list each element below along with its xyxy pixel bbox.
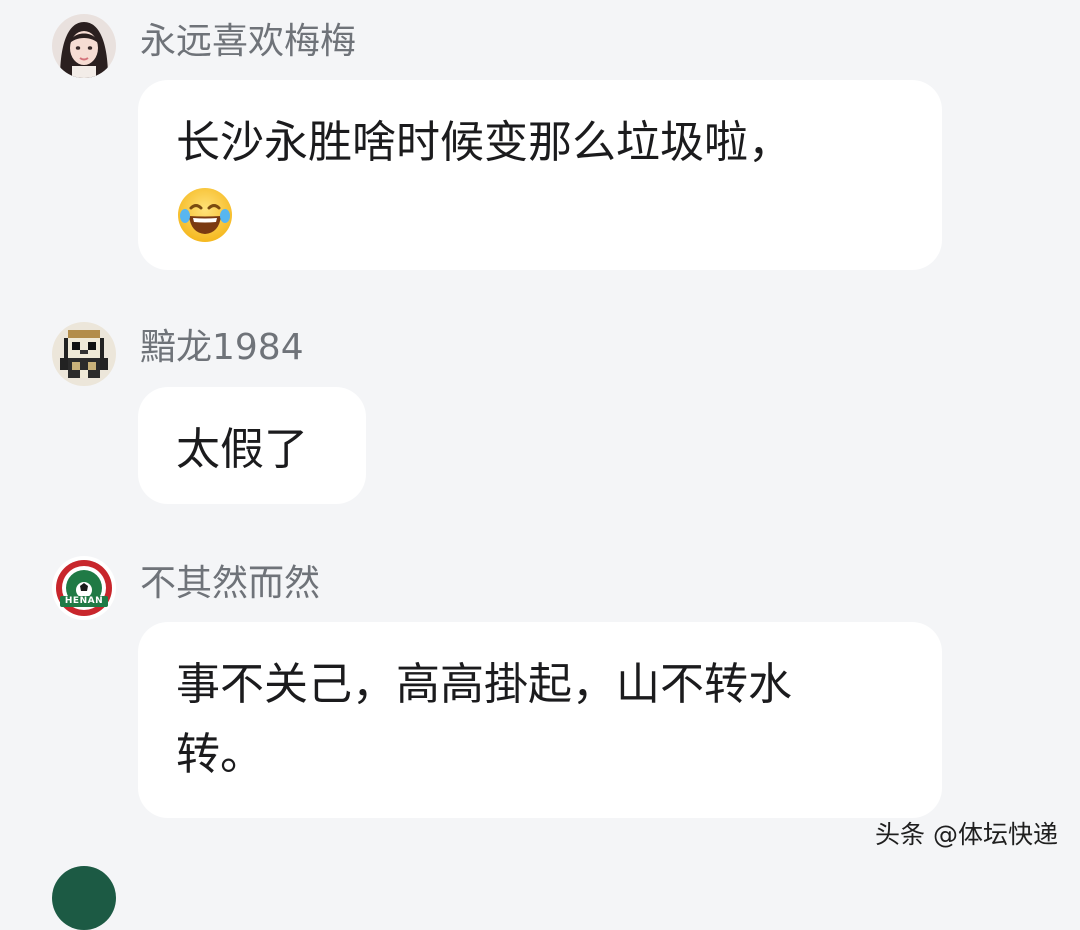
username[interactable]: 永远喜欢梅梅 [140,20,356,64]
watermark-text: 头条 @体坛快递 [875,820,1058,849]
comment-bubble: 事不关己，高高掛起，山不转水 转。 [138,622,942,818]
next-comment-avatar[interactable] [52,866,116,930]
comment-bubble: 长沙永胜啥时候变那么垃圾啦， [138,80,942,270]
comment-text: 太假了 [176,424,308,475]
comment-text: 事不关己，高高掛起，山不转水 转。 [176,659,792,780]
pixel-character-avatar-icon [52,322,116,386]
user-avatar[interactable] [52,322,116,386]
henan-logo-text: HENAN [64,596,104,606]
user-avatar[interactable] [52,14,116,78]
comment-text: 长沙永胜啥时候变那么垃圾啦， [176,117,792,168]
user-avatar[interactable]: HENAN [52,556,116,620]
username[interactable]: 不其然而然 [140,562,320,606]
comment-bubble: 太假了 [138,387,366,504]
laughing-tears-emoji-icon [178,188,232,242]
girl-portrait-avatar-icon [52,14,116,78]
henan-club-logo-avatar-icon [52,556,116,620]
username[interactable]: 黯龙1984 [140,326,304,370]
